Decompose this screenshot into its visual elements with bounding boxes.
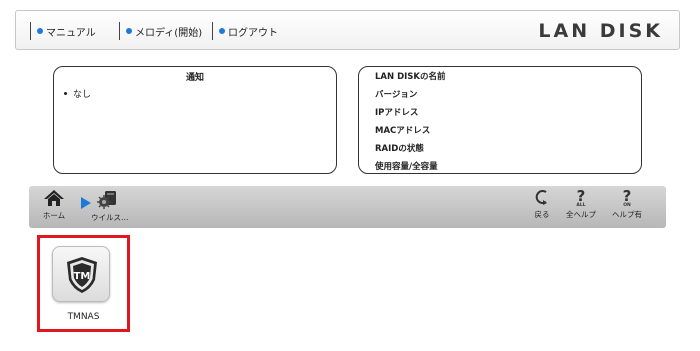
- bullet-icon: [126, 28, 132, 34]
- virus-label: ウイルス…: [91, 213, 129, 222]
- info-ip-address: IPアドレス: [375, 108, 419, 118]
- tmnas-app-icon[interactable]: TM: [52, 246, 110, 302]
- help-on-button[interactable]: ? ON ヘルプ有: [607, 189, 647, 220]
- menu-separator: [119, 22, 120, 40]
- help-on-sub: ON: [623, 203, 631, 208]
- menu-separator: [30, 22, 31, 40]
- back-label: 戻る: [534, 210, 550, 219]
- help-icon: ?: [622, 187, 632, 205]
- all-help-label: 全ヘルプ: [566, 210, 596, 219]
- virus-icon: [97, 191, 116, 209]
- lan-disk-logo: LAN DISK: [538, 20, 663, 42]
- logout-link[interactable]: ログアウト: [212, 22, 278, 40]
- all-help-sub: ALL: [576, 203, 586, 208]
- toolbar: ホーム ウイルス… 戻る ? ALL 全ヘルプ ? ON ヘルプ有: [29, 186, 666, 228]
- all-help-button[interactable]: ? ALL 全ヘルプ: [564, 189, 598, 220]
- help-icon: ?: [576, 187, 586, 205]
- device-info-panel: LAN DISKの名前 バージョン IPアドレス MACアドレス RAIDの状態…: [358, 66, 642, 174]
- tmnas-app-label[interactable]: TMNAS: [40, 312, 127, 322]
- manual-link[interactable]: マニュアル: [30, 22, 96, 40]
- info-name: LAN DISKの名前: [375, 72, 446, 82]
- info-mac-address: MACアドレス: [375, 126, 431, 136]
- info-raid-status: RAIDの状態: [375, 144, 424, 154]
- back-icon: [535, 190, 547, 205]
- bullet-icon: [219, 28, 225, 34]
- melody-start-label: メロディ(開始): [135, 27, 203, 39]
- notice-title: 通知: [185, 73, 204, 83]
- header-bar: マニュアル メロディ(開始) ログアウト LAN DISK: [15, 10, 680, 50]
- home-label: ホーム: [42, 211, 66, 220]
- help-on-label: ヘルプ有: [612, 210, 642, 219]
- breadcrumb-arrow-icon: [81, 197, 91, 209]
- manual-label: マニュアル: [46, 27, 96, 39]
- notice-panel: 通知 なし: [53, 66, 337, 174]
- trend-micro-shield-icon: TM: [67, 257, 97, 293]
- home-button[interactable]: ホーム: [39, 189, 69, 221]
- home-icon: [44, 190, 64, 206]
- info-version: バージョン: [375, 90, 418, 100]
- notice-item-text: なし: [73, 90, 92, 100]
- app-icon-text: TM: [74, 271, 91, 282]
- notice-item: なし: [64, 87, 336, 100]
- info-capacity: 使用容量/全容量: [375, 162, 438, 172]
- back-button[interactable]: 戻る: [532, 189, 552, 220]
- logout-label: ログアウト: [228, 27, 278, 39]
- bullet-icon: [64, 92, 67, 95]
- virus-button[interactable]: ウイルス…: [91, 189, 129, 223]
- melody-start-link[interactable]: メロディ(開始): [119, 22, 202, 40]
- menu-separator: [212, 22, 213, 40]
- bullet-icon: [37, 28, 43, 34]
